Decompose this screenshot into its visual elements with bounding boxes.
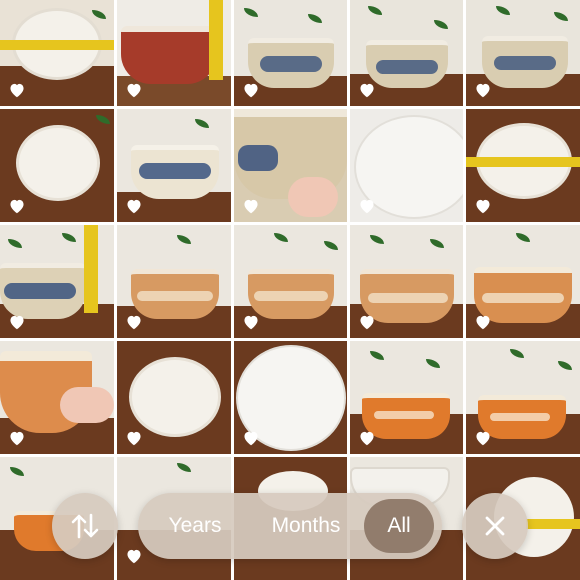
heart-icon[interactable] — [474, 314, 492, 330]
segment-all[interactable]: All — [364, 493, 434, 559]
heart-icon[interactable] — [358, 430, 376, 446]
photo-tile[interactable] — [466, 225, 580, 338]
heart-icon[interactable] — [8, 314, 26, 330]
close-icon — [483, 514, 507, 538]
heart-icon[interactable] — [8, 82, 26, 98]
heart-icon[interactable] — [358, 82, 376, 98]
photo-tile[interactable] — [466, 109, 580, 222]
heart-icon[interactable] — [358, 314, 376, 330]
sort-button[interactable] — [52, 493, 118, 559]
sort-arrows-icon — [70, 512, 100, 540]
heart-icon[interactable] — [125, 82, 143, 98]
heart-icon[interactable] — [242, 314, 260, 330]
heart-icon[interactable] — [474, 198, 492, 214]
heart-icon[interactable] — [125, 548, 143, 564]
bowl-image — [129, 357, 221, 437]
heart-icon[interactable] — [8, 198, 26, 214]
bowl-image — [121, 26, 217, 84]
heart-icon[interactable] — [242, 430, 260, 446]
photo-tile[interactable] — [117, 0, 231, 106]
heart-icon[interactable] — [125, 314, 143, 330]
heart-icon[interactable] — [8, 430, 26, 446]
photo-tile[interactable] — [350, 109, 463, 222]
photo-tile[interactable] — [117, 341, 231, 454]
photo-tile[interactable] — [234, 109, 347, 222]
heart-icon[interactable] — [242, 82, 260, 98]
bowl-image — [16, 125, 100, 201]
photo-tile[interactable] — [234, 341, 347, 454]
photo-tile[interactable] — [234, 225, 347, 338]
heart-icon[interactable] — [358, 198, 376, 214]
heart-icon[interactable] — [474, 82, 492, 98]
photo-tile[interactable] — [350, 341, 463, 454]
heart-icon[interactable] — [474, 430, 492, 446]
heart-icon[interactable] — [125, 430, 143, 446]
segment-months[interactable]: Months — [256, 493, 356, 559]
heart-icon[interactable] — [242, 198, 260, 214]
photo-tile[interactable] — [350, 0, 463, 106]
time-range-segmented-control: Years Months All — [138, 493, 442, 559]
heart-icon[interactable] — [125, 198, 143, 214]
photo-tile[interactable] — [234, 0, 347, 106]
photo-tile[interactable] — [0, 109, 114, 222]
close-button[interactable] — [462, 493, 528, 559]
photo-tile[interactable] — [0, 0, 114, 106]
segment-years[interactable]: Years — [152, 493, 238, 559]
photo-tile[interactable] — [466, 341, 580, 454]
photo-tile[interactable] — [466, 0, 580, 106]
photo-tile[interactable] — [0, 341, 114, 454]
photo-tile[interactable] — [117, 225, 231, 338]
photo-tile[interactable] — [117, 109, 231, 222]
photo-tile[interactable] — [350, 225, 463, 338]
photo-tile[interactable] — [0, 225, 114, 338]
